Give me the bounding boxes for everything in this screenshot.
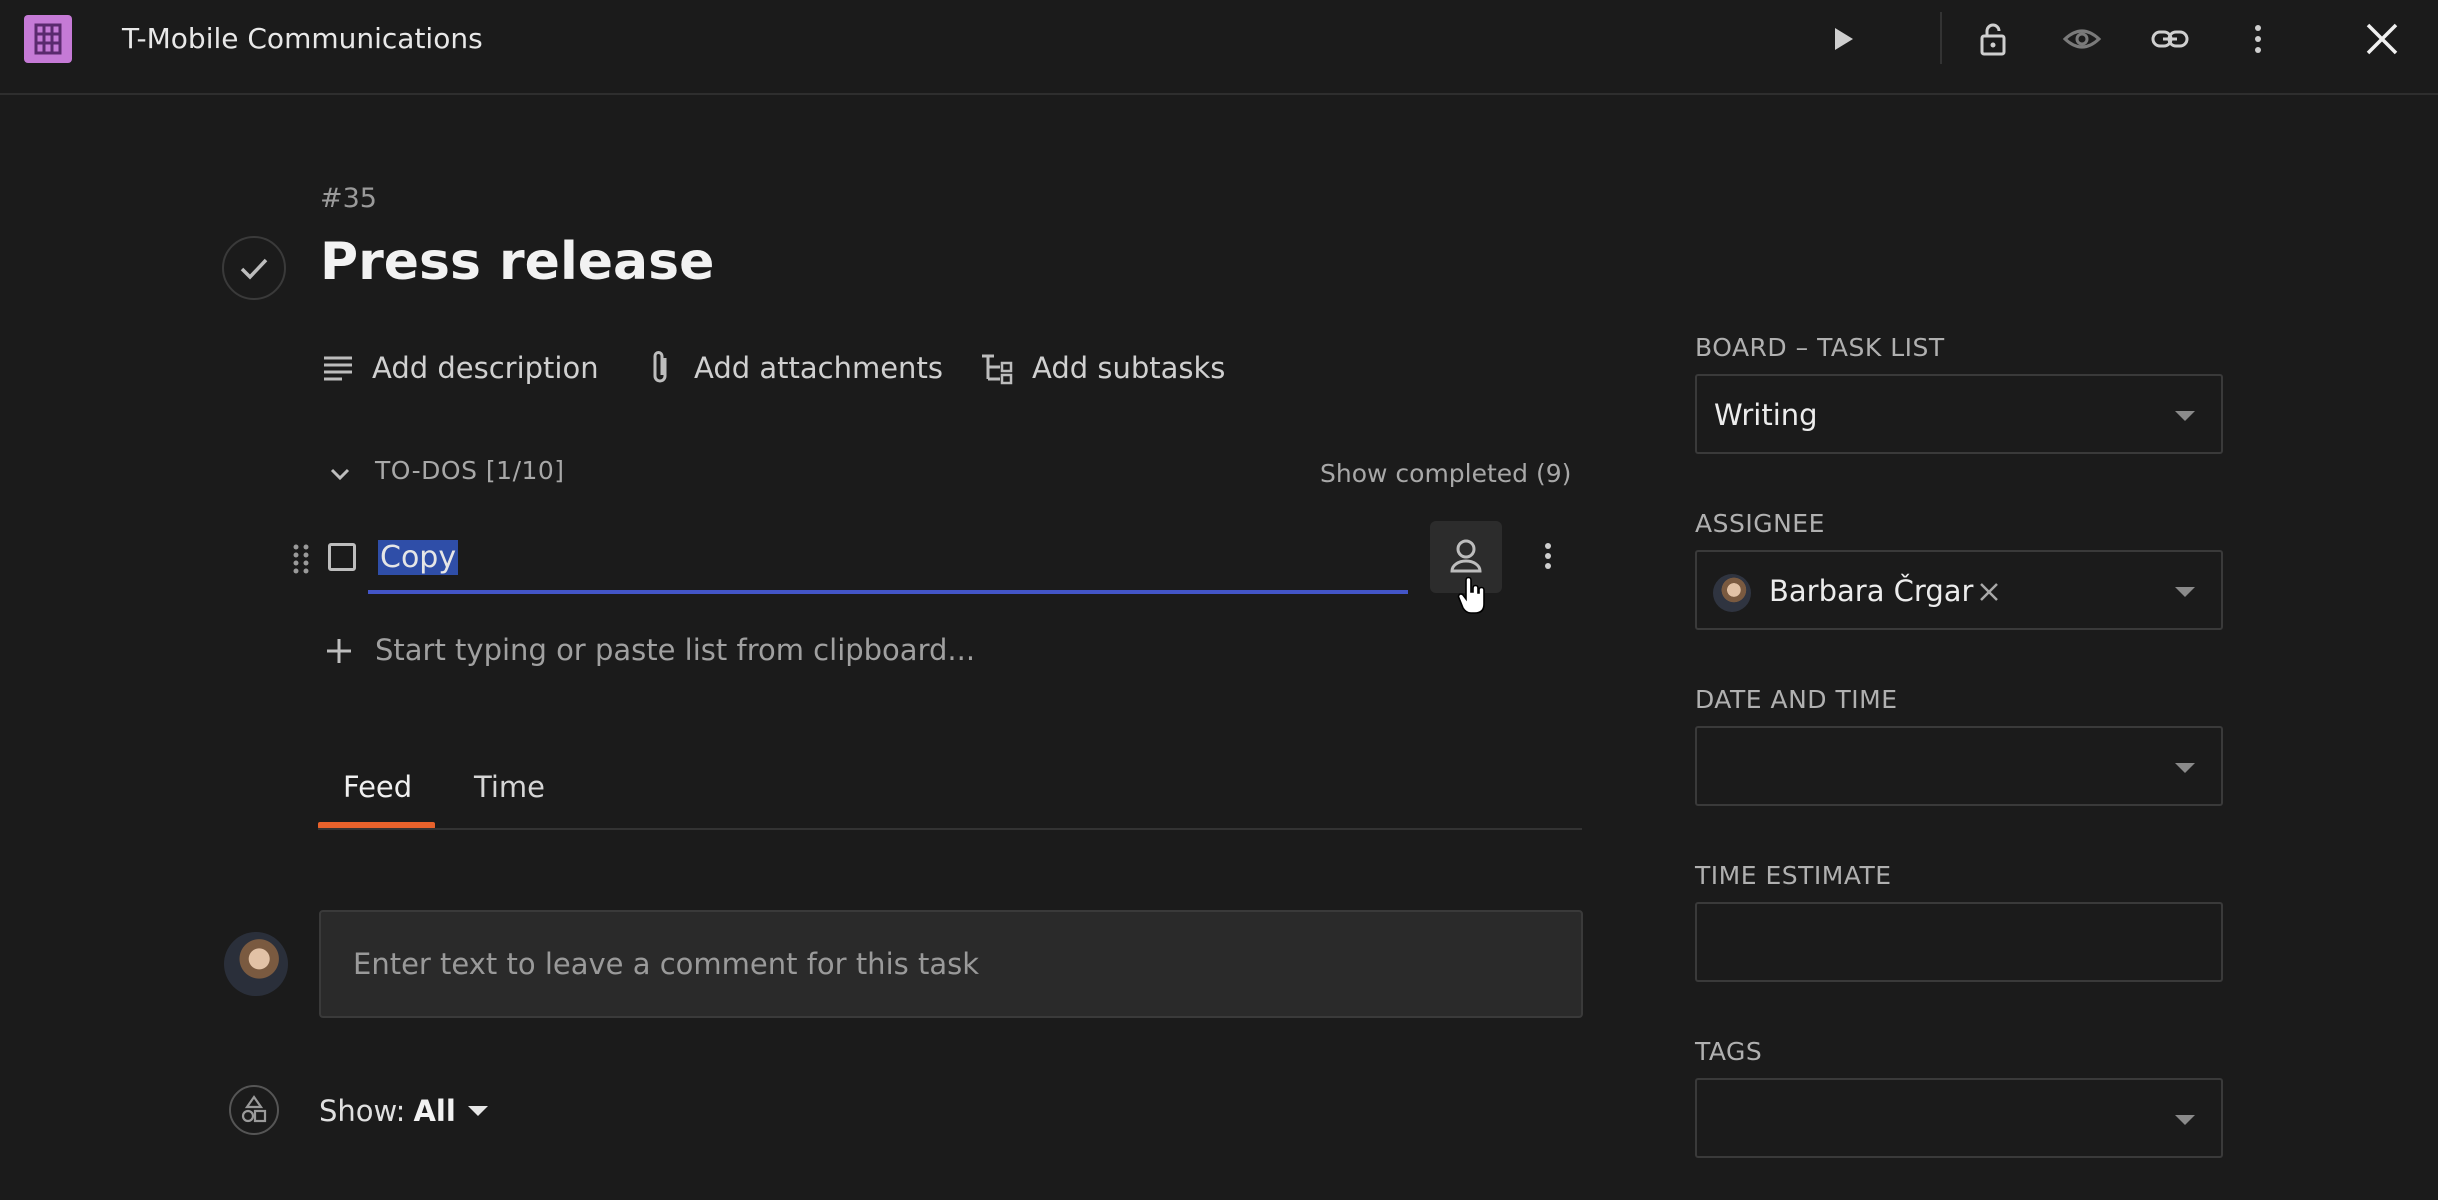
subtasks-tree-icon xyxy=(982,354,1013,385)
todo-more-icon[interactable] xyxy=(1530,536,1566,576)
board-select[interactable]: Writing xyxy=(1695,374,2223,454)
show-filter-dropdown[interactable]: Show: All xyxy=(319,1094,488,1128)
more-vertical-icon[interactable] xyxy=(2238,19,2278,59)
assignee-select[interactable]: Barbara Črgar xyxy=(1695,550,2223,630)
add-todo-input[interactable]: Start typing or paste list from clipboar… xyxy=(375,633,975,667)
caret-down-icon xyxy=(2175,587,2195,597)
caret-down-icon xyxy=(2175,411,2195,421)
todos-header[interactable]: TO-DOS [1/10] xyxy=(375,456,565,485)
date-select[interactable] xyxy=(1695,726,2223,806)
unlock-icon[interactable] xyxy=(1973,19,2013,59)
board-value: Writing xyxy=(1714,398,1818,432)
paperclip-icon xyxy=(653,351,667,383)
hand-cursor-icon xyxy=(1456,576,1488,616)
app-title: T-Mobile Communications xyxy=(122,22,483,55)
time-estimate-input[interactable] xyxy=(1695,902,2223,982)
add-attachments-label: Add attachments xyxy=(694,351,943,385)
link-icon[interactable] xyxy=(2150,19,2190,59)
add-subtasks-button[interactable]: Add subtasks xyxy=(980,348,1225,388)
task-number: #35 xyxy=(320,183,377,214)
caret-down-icon xyxy=(2175,763,2195,773)
avatar xyxy=(1713,574,1751,612)
toolbar-divider xyxy=(1940,12,1942,64)
close-icon[interactable] xyxy=(2362,19,2402,59)
board-label: BOARD – TASK LIST xyxy=(1695,333,1945,362)
comment-input[interactable] xyxy=(319,910,1583,1018)
app-grid-icon[interactable] xyxy=(24,15,72,63)
eye-icon[interactable] xyxy=(2062,19,2102,59)
tags-label: TAGS xyxy=(1695,1037,1763,1066)
tabs-divider xyxy=(318,828,1582,830)
show-filter-prefix: Show: xyxy=(319,1094,406,1128)
assignee-label: ASSIGNEE xyxy=(1695,509,1825,538)
show-completed-link[interactable]: Show completed (9) xyxy=(1320,459,1571,488)
checkmark-icon xyxy=(240,258,268,280)
tags-select[interactable] xyxy=(1695,1078,2223,1158)
date-label: DATE AND TIME xyxy=(1695,685,1898,714)
avatar xyxy=(224,932,288,996)
show-filter-value: All xyxy=(413,1094,456,1128)
description-lines-icon xyxy=(324,356,352,381)
drag-handle-icon[interactable] xyxy=(290,541,314,577)
complete-task-button[interactable] xyxy=(222,236,286,300)
caret-down-icon xyxy=(2175,1115,2195,1125)
todo-text-input[interactable]: Copy xyxy=(368,534,1408,594)
assignee-name: Barbara Črgar xyxy=(1769,574,1974,608)
task-title[interactable]: Press release xyxy=(320,232,714,292)
tab-feed[interactable]: Feed xyxy=(343,770,412,804)
top-bar: T-Mobile Communications xyxy=(0,0,2438,95)
remove-assignee-icon[interactable] xyxy=(1977,580,2001,604)
plus-icon[interactable] xyxy=(324,636,354,666)
play-icon[interactable] xyxy=(1822,19,1862,59)
caret-down-icon xyxy=(467,1106,488,1116)
todo-checkbox[interactable] xyxy=(328,543,356,571)
add-attachments-button[interactable]: Add attachments xyxy=(644,348,943,388)
filter-shapes-icon[interactable] xyxy=(229,1085,279,1135)
add-description-button[interactable]: Add description xyxy=(322,348,599,388)
chevron-down-icon[interactable] xyxy=(326,460,354,488)
add-subtasks-label: Add subtasks xyxy=(1032,351,1226,385)
tab-time[interactable]: Time xyxy=(474,770,545,804)
todo-text: Copy xyxy=(378,540,459,575)
estimate-label: TIME ESTIMATE xyxy=(1695,861,1892,890)
add-description-label: Add description xyxy=(372,351,599,385)
